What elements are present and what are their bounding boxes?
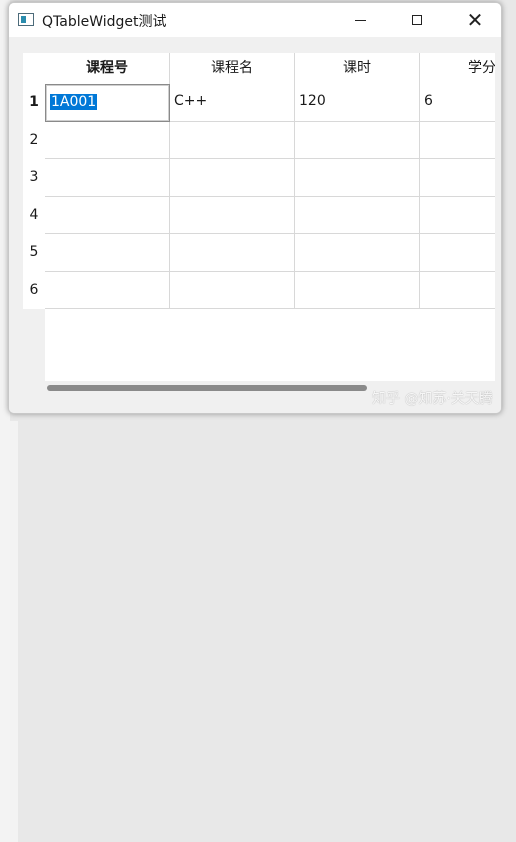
table-cell[interactable] [420,234,495,272]
row-header-3[interactable]: 3 [23,159,45,197]
row-header-1[interactable]: 1 [23,84,45,122]
table-cell[interactable] [295,121,420,159]
maximize-button[interactable] [394,3,440,37]
table-cell[interactable] [295,196,420,234]
cell-text: C++ [174,93,208,109]
watermark: 知乎 @知苏·关天腾 [372,391,493,407]
table-cell[interactable] [420,159,495,197]
table-cell[interactable] [420,272,495,309]
minimize-button[interactable] [337,3,383,37]
row-header-2[interactable]: 2 [23,121,45,159]
table-cell[interactable] [45,234,170,272]
table-cell[interactable] [45,196,170,234]
client-area: 课程号 课程名 课时 学分 1 1A001 C++ 120 6 2 3 4 5 6 [9,37,501,413]
minimize-icon [354,19,366,21]
table-cell[interactable] [420,122,495,159]
table-widget[interactable]: 课程号 课程名 课时 学分 1 1A001 C++ 120 6 2 3 4 5 6 [23,53,495,395]
window-title: QTableWidget测试 [42,14,167,30]
selected-cell-text: 1A001 [50,94,98,110]
cell-text: 120 [299,93,326,109]
cell-text: 6 [424,93,433,109]
table-cell[interactable] [295,234,420,272]
table-cell[interactable]: 120 [295,84,420,122]
table-cell[interactable] [170,121,295,159]
column-header-4[interactable]: 学分 [420,53,495,84]
close-button[interactable]: ✕ [452,3,498,37]
table-cell[interactable] [170,271,295,309]
column-header-1[interactable]: 课程号 [45,53,170,84]
close-icon: ✕ [466,8,484,32]
table-cell[interactable] [295,271,420,309]
background-editor-right [0,421,18,842]
table-corner-button[interactable] [23,53,45,84]
table-cell[interactable]: 6 [420,84,495,122]
table-cell[interactable]: C++ [170,84,295,122]
table-cell[interactable] [45,121,170,159]
row-header-6[interactable]: 6 [23,271,45,309]
qtablewidget-window: QTableWidget测试 ✕ 课程号 课程名 课时 学分 1 1A001 C++ 120 6… [8,2,502,414]
table-cell[interactable] [170,159,295,197]
row-header-4[interactable]: 4 [23,196,45,234]
horizontal-scroll-thumb[interactable] [47,385,367,391]
column-header-2[interactable]: 课程名 [170,53,295,84]
table-cell[interactable] [170,196,295,234]
table-cell[interactable]: 1A001 [45,84,170,122]
table-cell[interactable] [420,197,495,234]
app-window-icon [18,13,34,26]
table-cell[interactable] [295,159,420,197]
maximize-icon [412,15,422,25]
row-header-5[interactable]: 5 [23,234,45,272]
title-bar[interactable]: QTableWidget测试 ✕ [9,3,501,37]
table-cell[interactable] [45,271,170,309]
table-cell[interactable] [45,159,170,197]
vertical-header-empty [23,308,45,395]
table-cell[interactable] [170,234,295,272]
column-header-3[interactable]: 课时 [295,53,420,84]
